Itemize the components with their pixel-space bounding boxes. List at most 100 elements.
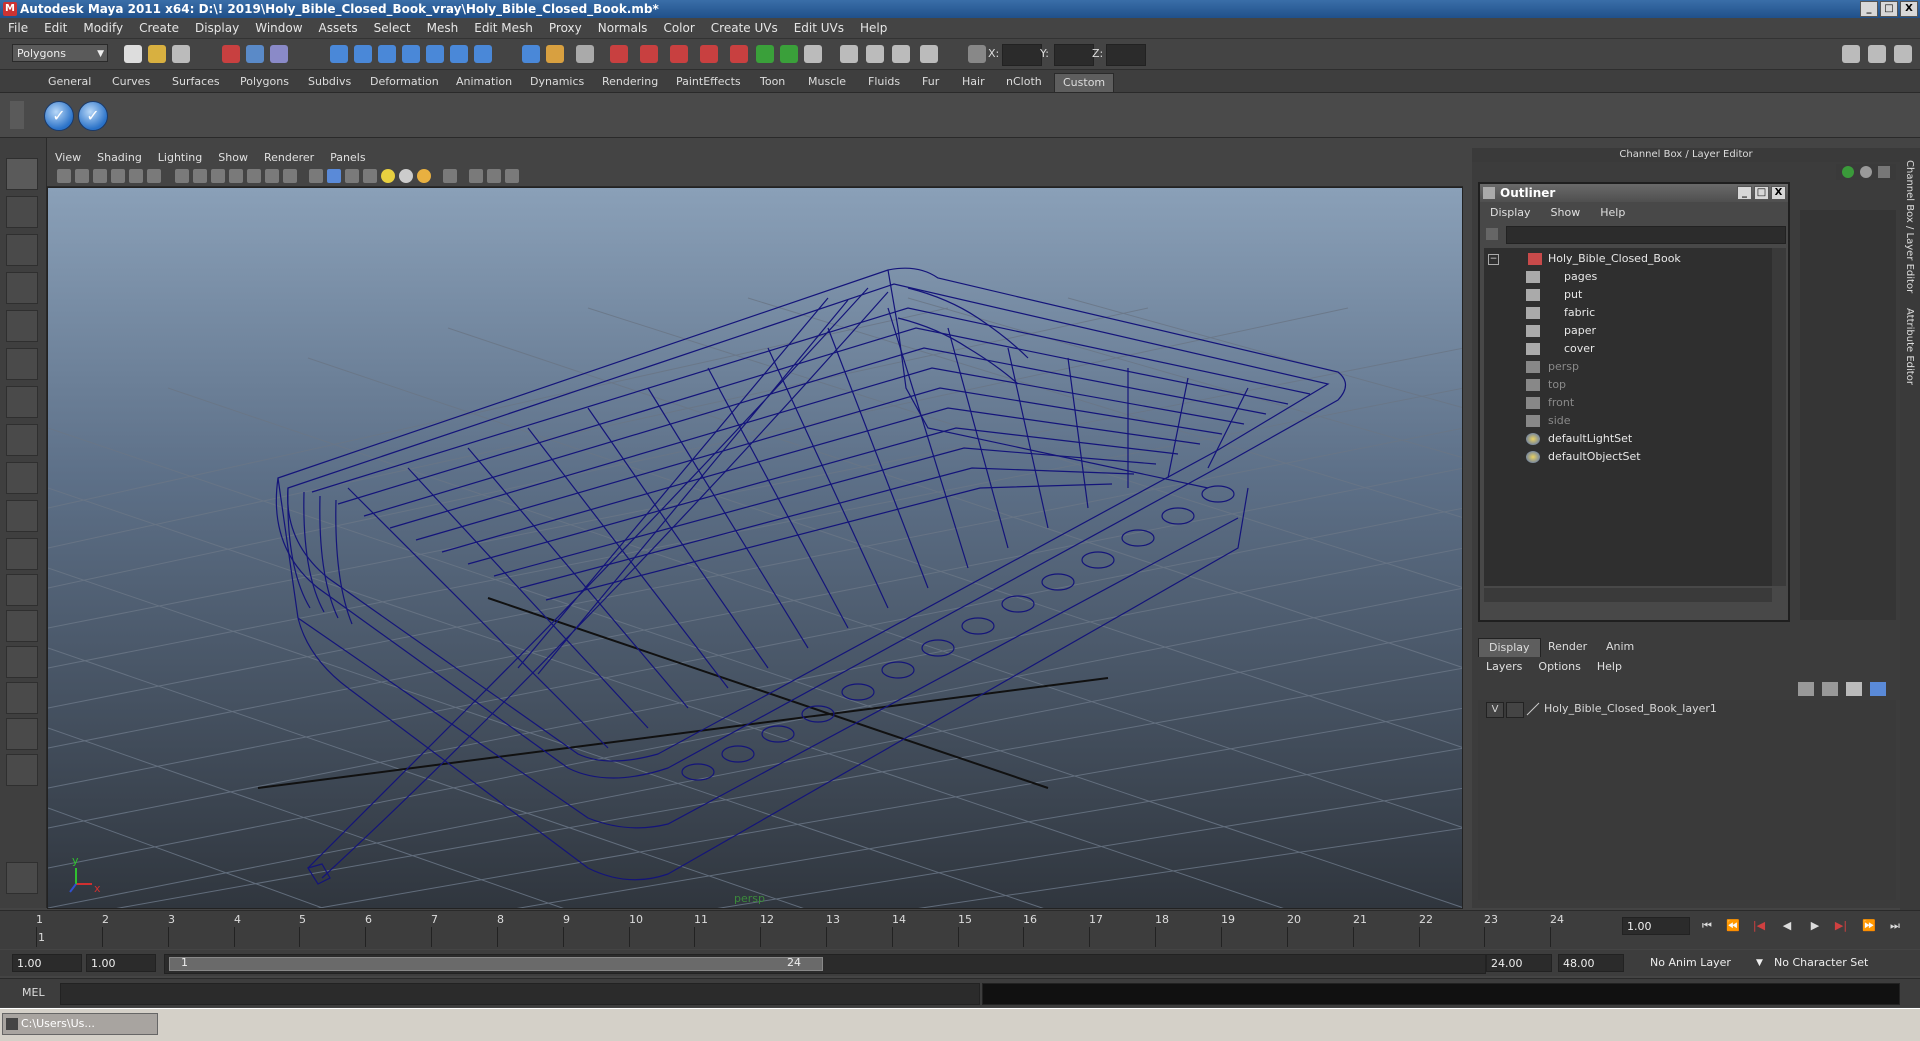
menu-proxy[interactable]: Proxy	[541, 21, 590, 35]
backface-culling-icon[interactable]	[505, 169, 519, 183]
step-forward-key-button[interactable]: ▶|	[1832, 919, 1850, 933]
shelf-tab-dynamics[interactable]: Dynamics	[522, 73, 592, 91]
lasso-tool-icon[interactable]	[6, 196, 38, 228]
shelf-tab-painteffects[interactable]: PaintEffects	[668, 73, 749, 91]
outliner-minimize-button[interactable]: _	[1737, 186, 1752, 200]
current-time-marker[interactable]: 1	[38, 931, 45, 944]
channel-box-graph-icon[interactable]	[1860, 166, 1872, 178]
command-input[interactable]	[60, 983, 980, 1005]
ipr-render-icon[interactable]	[780, 45, 798, 63]
camera-attributes-icon[interactable]	[75, 169, 89, 183]
menu-help[interactable]: Help	[852, 21, 895, 35]
toolbox-settings-icon[interactable]	[6, 862, 38, 894]
play-backwards-button[interactable]: ◀	[1778, 919, 1796, 933]
layer-menu-help[interactable]: Help	[1589, 658, 1630, 676]
transform-input-icon[interactable]	[968, 45, 986, 63]
outliner-item-top[interactable]: top	[1484, 376, 1764, 394]
magnet-point-icon[interactable]	[670, 45, 688, 63]
viewport-menu-renderer[interactable]: Renderer	[256, 151, 322, 164]
layer-template-toggle[interactable]	[1506, 702, 1524, 718]
outliner-item-side[interactable]: side	[1484, 412, 1764, 430]
layer-color-swatch[interactable]	[1526, 702, 1540, 716]
xray-icon[interactable]	[469, 169, 483, 183]
side-tab-channel-box[interactable]: Channel Box / Layer Editor	[1904, 160, 1915, 293]
time-slider[interactable]: 1 2 3 4 5 6 7 8 9 10 11 12 13 14 15 16 17 18 19 20 21 22 23 24 1…	[0, 910, 1920, 949]
x-field[interactable]	[1002, 44, 1042, 66]
layer-menu-layers[interactable]: Layers	[1478, 658, 1530, 676]
render-settings-icon[interactable]	[804, 45, 822, 63]
move-layer-down-icon[interactable]	[1822, 682, 1838, 696]
menu-edit-uvs[interactable]: Edit UVs	[786, 21, 852, 35]
outliner-title-bar[interactable]: Outliner _ □ X	[1480, 184, 1788, 202]
layer-tab-display[interactable]: Display	[1478, 638, 1541, 657]
shelf-tab-ncloth[interactable]: nCloth	[998, 73, 1050, 91]
input-ops-icon[interactable]	[576, 45, 594, 63]
xray-joints-icon[interactable]	[487, 169, 501, 183]
rotate-tool-icon[interactable]	[6, 310, 38, 342]
shelf-tab-hair[interactable]: Hair	[954, 73, 993, 91]
outliner-menu-show[interactable]: Show	[1541, 204, 1591, 222]
soft-mod-tool-icon[interactable]	[6, 424, 38, 456]
outliner-item-paper[interactable]: paper	[1484, 322, 1764, 340]
make-live-icon[interactable]	[426, 45, 444, 63]
snap-surface-icon[interactable]	[474, 45, 492, 63]
help-icon[interactable]	[522, 45, 540, 63]
last-tool-icon[interactable]	[6, 462, 38, 494]
menu-create-uvs[interactable]: Create UVs	[703, 21, 786, 35]
menu-mesh[interactable]: Mesh	[419, 21, 467, 35]
outliner-item-holy-bible-closed-book[interactable]: Holy_Bible_Closed_Book	[1484, 250, 1764, 268]
history-icon[interactable]	[450, 45, 468, 63]
gate-mask-icon[interactable]	[229, 169, 243, 183]
shelf-tab-custom[interactable]: Custom	[1054, 73, 1115, 92]
outliner-item-front[interactable]: front	[1484, 394, 1764, 412]
outliner-item-default-light-set[interactable]: defaultLightSet	[1484, 430, 1764, 448]
magnet-snap-icon[interactable]	[610, 45, 628, 63]
new-layer-from-selected-icon[interactable]	[1870, 682, 1886, 696]
outliner-menu-display[interactable]: Display	[1480, 204, 1541, 222]
menu-window[interactable]: Window	[247, 21, 310, 35]
outliner-item-put[interactable]: put	[1484, 286, 1764, 304]
select-hierarchy-icon[interactable]	[222, 45, 240, 63]
viewport-menu-panels[interactable]: Panels	[322, 151, 373, 164]
shelf-tab-deformation[interactable]: Deformation	[362, 73, 447, 91]
lock-icon[interactable]	[546, 45, 564, 63]
outliner-item-pages[interactable]: pages	[1484, 268, 1764, 286]
step-back-button[interactable]: ⏪	[1724, 919, 1742, 933]
wireframe-shading-icon[interactable]	[309, 169, 323, 183]
playback-start-field[interactable]: 1.00	[86, 954, 156, 972]
image-plane-icon[interactable]	[111, 169, 125, 183]
playback-end-field[interactable]: 24.00	[1486, 954, 1552, 972]
relationship-icon[interactable]	[920, 45, 938, 63]
grease-pencil-icon[interactable]	[147, 169, 161, 183]
magnet-plane-icon[interactable]	[700, 45, 718, 63]
character-set-dropdown[interactable]: No Character Set	[1774, 954, 1868, 972]
menu-edit[interactable]: Edit	[36, 21, 75, 35]
side-tab-attribute-editor[interactable]: Attribute Editor	[1904, 308, 1915, 385]
close-button[interactable]: X	[1900, 1, 1918, 17]
menu-file[interactable]: File	[0, 21, 36, 35]
new-empty-layer-icon[interactable]	[1846, 682, 1862, 696]
single-perspective-layout-icon[interactable]	[6, 538, 38, 570]
four-view-layout-icon[interactable]	[6, 574, 38, 606]
outliner-item-persp[interactable]: persp	[1484, 358, 1764, 376]
magnet-curve-icon[interactable]	[640, 45, 658, 63]
go-to-start-button[interactable]: ⏮	[1698, 919, 1716, 933]
outliner-close-button[interactable]: X	[1771, 186, 1786, 200]
layer-visibility-toggle[interactable]: V	[1486, 702, 1504, 718]
outliner-item-fabric[interactable]: fabric	[1484, 304, 1764, 322]
go-to-end-button[interactable]: ⏭	[1886, 919, 1904, 933]
default-lighting-icon[interactable]	[381, 169, 395, 183]
range-slider-bar[interactable]: 1 24	[164, 954, 1486, 974]
isolate-select-icon[interactable]	[443, 169, 457, 183]
manipulator-tool-icon[interactable]	[6, 386, 38, 418]
outliner-vertical-scrollbar[interactable]	[1772, 248, 1786, 586]
outliner-filter-icon[interactable]	[1486, 228, 1498, 240]
viewport-menu-shading[interactable]: Shading	[89, 151, 150, 164]
outliner-horizontal-scrollbar[interactable]	[1484, 588, 1772, 602]
select-object-icon[interactable]	[246, 45, 264, 63]
custom-layout-icon[interactable]	[6, 718, 38, 750]
snap-view-plane-icon[interactable]	[402, 45, 420, 63]
layer-row[interactable]: V Holy_Bible_Closed_Book_layer1	[1478, 700, 1896, 718]
z-field[interactable]	[1106, 44, 1146, 66]
two-d-pan-icon[interactable]	[129, 169, 143, 183]
